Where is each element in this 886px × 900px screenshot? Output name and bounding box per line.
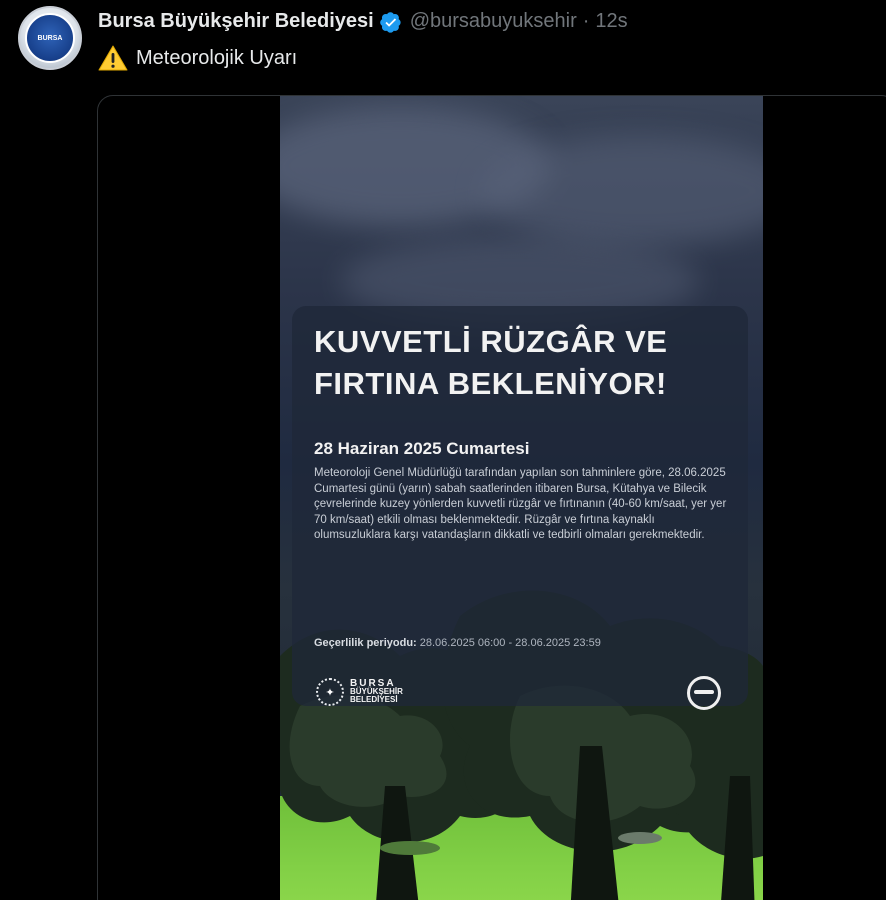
tweet[interactable]: BURSA Bursa Büyükşehir Belediyesi @bursa… xyxy=(0,0,886,900)
brand-text: BURSA BÜYÜKŞEHİR BELEDİYESİ xyxy=(350,679,403,704)
municipality-logo: ✦ BURSA BÜYÜKŞEHİR BELEDİYESİ xyxy=(316,678,403,706)
municipality-emblem-icon: ✦ xyxy=(316,678,344,706)
separator-dot: · xyxy=(582,10,590,32)
avatar[interactable]: BURSA xyxy=(18,6,82,70)
tweet-header: Bursa Büyükşehir Belediyesi @bursabuyuks… xyxy=(98,10,628,33)
avatar-text: BURSA xyxy=(37,34,63,42)
brand-line3: BELEDİYESİ xyxy=(350,695,398,704)
warning-body: Meteoroloji Genel Müdürlüğü tarafından y… xyxy=(314,467,727,541)
media-container[interactable]: KUVVETLİ RÜZGÂR VE FIRTINA BEKLENİYOR! 2… xyxy=(97,95,886,900)
handle[interactable]: @bursabuyuksehir xyxy=(410,10,577,33)
warning-headline: KUVVETLİ RÜZGÂR VE FIRTINA BEKLENİYOR! xyxy=(314,324,668,401)
validity-value: 28.06.2025 06:00 - 28.06.2025 23:59 xyxy=(419,637,601,649)
tweet-body: Meteorolojik Uyarı xyxy=(136,46,298,69)
validity-period: Geçerlilik periyodu: 28.06.2025 06:00 - … xyxy=(314,637,601,649)
verified-badge-icon[interactable] xyxy=(379,11,402,33)
display-name[interactable]: Bursa Büyükşehir Belediyesi xyxy=(98,10,374,33)
warning-icon xyxy=(98,45,128,71)
validity-label: Geçerlilik periyodu: xyxy=(314,637,417,649)
timestamp[interactable]: 12s xyxy=(595,10,627,33)
warning-date: 28 Haziran 2025 Cumartesi xyxy=(314,439,530,458)
partner-seal-icon xyxy=(687,676,721,710)
video-player[interactable]: KUVVETLİ RÜZGÂR VE FIRTINA BEKLENİYOR! 2… xyxy=(280,96,763,900)
avatar-emblem: BURSA xyxy=(25,13,75,63)
tweet-text: Meteorolojik Uyarı xyxy=(98,45,297,71)
